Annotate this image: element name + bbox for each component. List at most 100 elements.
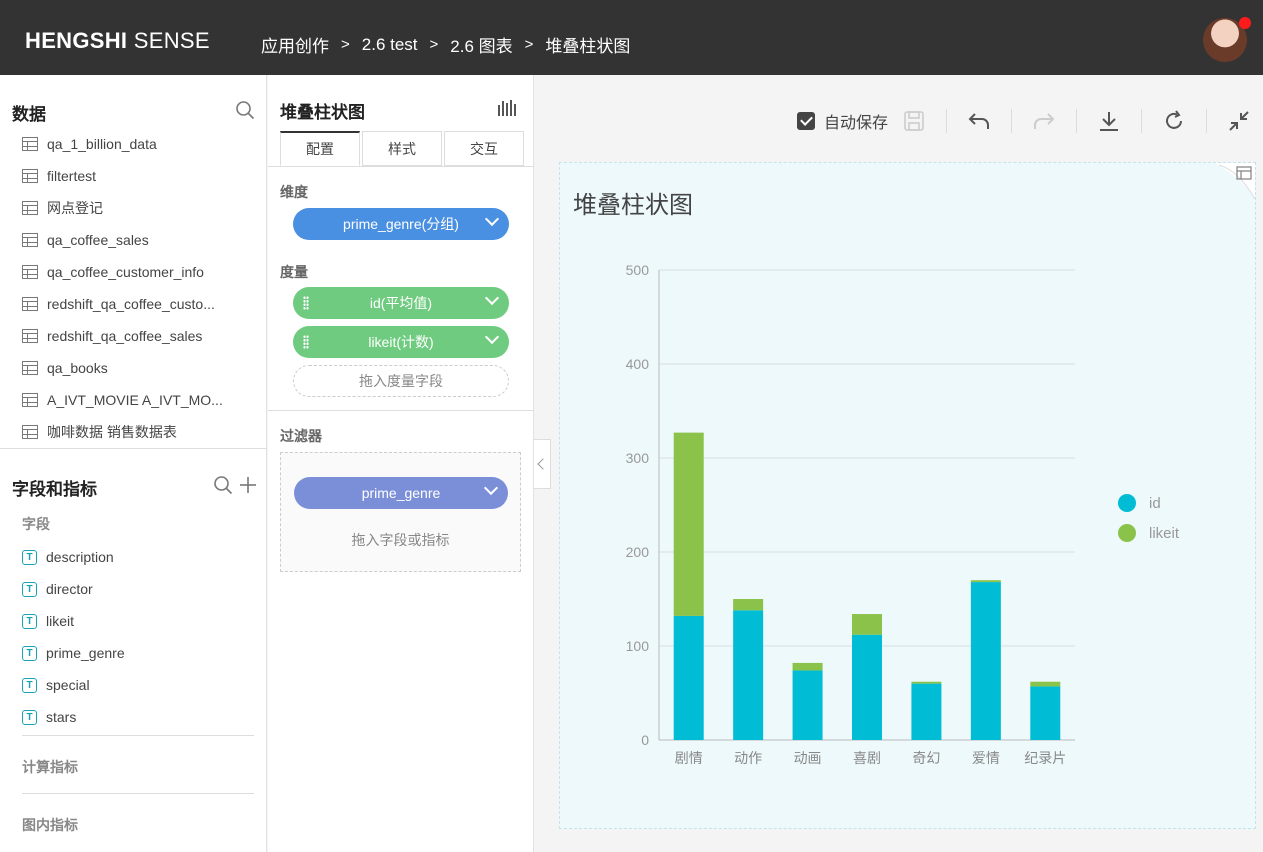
bar-chart-icon[interactable] <box>497 99 517 117</box>
x-tick-label: 爱情 <box>972 750 1000 766</box>
text-field-icon: T <box>22 677 37 693</box>
bar-id <box>970 582 1001 740</box>
refresh-icon[interactable] <box>1162 109 1186 133</box>
toolbar-separator <box>946 109 948 133</box>
drag-handle-icon[interactable] <box>303 335 309 349</box>
bar-likeit <box>970 580 1001 583</box>
data-panel: 数据 qa_1_billion_data filtertest 网点登记 qa_… <box>0 75 267 852</box>
drag-handle-icon[interactable] <box>303 296 309 310</box>
config-panel: 堆叠柱状图 配置 样式 交互 维度 prime_genre(分组) 度量 id(… <box>268 75 534 852</box>
bar-id <box>792 670 823 740</box>
measure-pill[interactable]: id(平均值) <box>293 287 509 319</box>
breadcrumb-item-charts[interactable]: 2.6 图表 <box>450 32 512 57</box>
bar-id <box>852 634 882 740</box>
table-icon <box>22 265 38 279</box>
table-icon <box>22 329 38 343</box>
bar-id <box>911 683 942 740</box>
table-icon <box>22 169 38 183</box>
tab-interaction[interactable]: 交互 <box>444 131 524 166</box>
x-tick-label: 剧情 <box>675 750 703 766</box>
x-tick-label: 动画 <box>794 750 822 766</box>
field-item[interactable]: Tstars <box>0 701 267 733</box>
field-item[interactable]: Tdirector <box>0 573 267 605</box>
legend-marker <box>1118 524 1136 542</box>
data-panel-title: 数据 <box>12 105 46 124</box>
table-item[interactable]: filtertest <box>0 160 267 192</box>
table-item[interactable]: A_IVT_MOVIE A_IVT_MO... <box>0 384 267 416</box>
breadcrumb: 应用创作 > 2.6 test > 2.6 图表 > 堆叠柱状图 <box>261 32 630 57</box>
app-logo[interactable]: HENGSHI SENSE <box>25 28 210 54</box>
measure-drop-zone[interactable]: 拖入度量字段 <box>293 365 509 397</box>
x-tick-label: 动作 <box>734 750 762 766</box>
bar-likeit <box>792 662 823 671</box>
undo-icon[interactable] <box>967 109 991 133</box>
table-icon <box>22 137 38 151</box>
search-icon[interactable] <box>213 475 233 495</box>
field-item[interactable]: Tprime_genre <box>0 637 267 669</box>
field-item[interactable]: Tdescription <box>0 541 267 573</box>
calculated-metrics-label[interactable]: 计算指标 <box>22 757 78 777</box>
bar-likeit <box>852 614 882 635</box>
redo-icon[interactable] <box>1032 109 1056 133</box>
toolbar-separator <box>1141 109 1143 133</box>
breadcrumb-separator: > <box>429 36 439 53</box>
x-tick-label: 纪录片 <box>1024 750 1066 766</box>
table-item[interactable]: 网点登记 <box>0 192 267 224</box>
breadcrumb-separator: > <box>524 36 534 53</box>
chevron-down-icon[interactable] <box>484 329 500 345</box>
dimension-pill[interactable]: prime_genre(分组) <box>293 208 509 240</box>
table-item[interactable]: redshift_qa_coffee_custo... <box>0 288 267 320</box>
table-icon <box>22 201 38 215</box>
table-item[interactable]: qa_coffee_sales <box>0 224 267 256</box>
y-tick-label: 300 <box>626 450 650 466</box>
breadcrumb-item-current: 堆叠柱状图 <box>545 37 631 56</box>
autosave-checkbox[interactable] <box>797 112 815 130</box>
toolbar-separator <box>1011 109 1013 133</box>
filter-pill[interactable]: prime_genre <box>294 477 508 509</box>
divider <box>268 410 534 411</box>
divider <box>22 735 254 736</box>
chart-card[interactable]: 堆叠柱状图 0 100 200 300 400 500 剧情 动作 动画 喜剧 奇幻 爱情 纪录片 id… <box>559 162 1256 829</box>
tab-config[interactable]: 配置 <box>280 131 360 166</box>
editor-toolbar: 自动保存 <box>797 104 1251 138</box>
text-field-icon: T <box>22 645 37 661</box>
chevron-down-icon[interactable] <box>484 290 500 306</box>
legend-label: id <box>1149 495 1161 512</box>
table-item[interactable]: 咖啡数据 销售数据表 <box>0 416 267 448</box>
chevron-down-icon[interactable] <box>484 211 500 227</box>
bar-likeit <box>1030 681 1061 687</box>
breadcrumb-item-test[interactable]: 2.6 test <box>362 35 418 55</box>
field-item[interactable]: Tspecial <box>0 669 267 701</box>
tab-style[interactable]: 样式 <box>362 131 442 166</box>
measure-label: 度量 <box>280 264 308 280</box>
table-icon <box>22 233 38 247</box>
plus-icon[interactable] <box>238 475 258 495</box>
x-tick-label: 奇幻 <box>912 750 940 766</box>
table-item[interactable]: redshift_qa_coffee_sales <box>0 320 267 352</box>
legend-label: likeit <box>1149 525 1180 542</box>
collapse-icon[interactable] <box>1227 109 1251 133</box>
chevron-down-icon[interactable] <box>483 480 499 496</box>
bar-likeit <box>733 599 764 611</box>
notification-dot <box>1239 17 1251 29</box>
filter-drop-hint: 拖入字段或指标 <box>351 532 450 548</box>
measure-pill[interactable]: likeit(计数) <box>293 326 509 358</box>
filter-drop-area[interactable] <box>280 452 521 572</box>
download-icon[interactable] <box>1097 109 1121 133</box>
bar-id <box>673 615 704 740</box>
field-item[interactable]: Tlikeit <box>0 605 267 637</box>
save-icon[interactable] <box>902 109 926 133</box>
chart-metrics-label[interactable]: 图内指标 <box>22 815 78 835</box>
table-item[interactable]: qa_1_billion_data <box>0 128 267 160</box>
search-icon[interactable] <box>235 100 255 120</box>
table-item[interactable]: qa_books <box>0 352 267 384</box>
collapse-panel-button[interactable] <box>534 439 551 489</box>
table-item[interactable]: qa_coffee_customer_info <box>0 256 267 288</box>
field-list: Tdescription Tdirector Tlikeit Tprime_ge… <box>0 541 267 733</box>
user-avatar[interactable] <box>1203 17 1251 62</box>
autosave-label[interactable]: 自动保存 <box>824 109 888 133</box>
text-field-icon: T <box>22 549 37 565</box>
breadcrumb-item-app[interactable]: 应用创作 <box>261 32 329 57</box>
bar-likeit <box>911 681 942 684</box>
text-field-icon: T <box>22 709 37 725</box>
